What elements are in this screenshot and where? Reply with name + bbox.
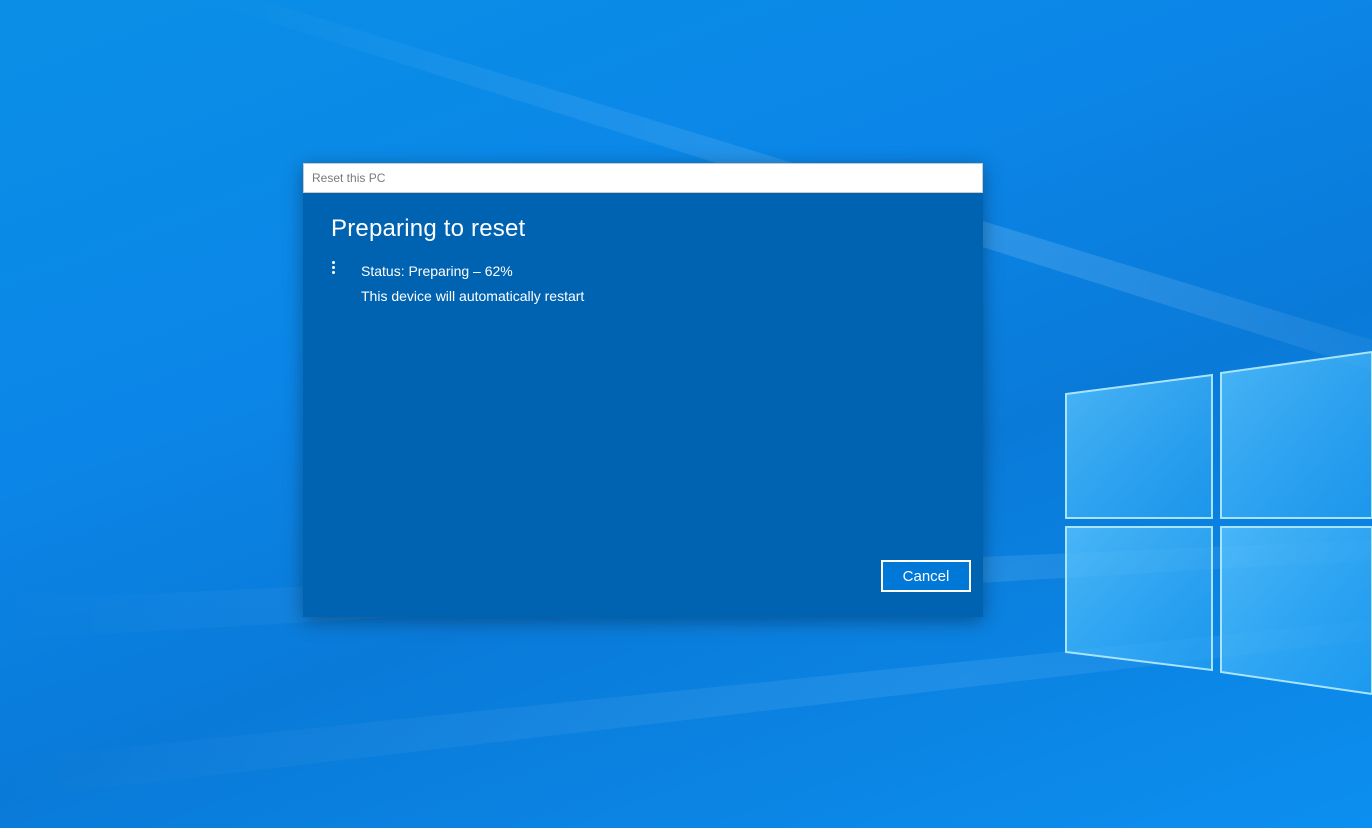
reset-dialog: Reset this PC Preparing to reset Status:… [303,163,983,617]
status-text-block: Status: Preparing – 62% This device will… [361,259,584,309]
loading-spinner-icon [331,259,361,279]
dialog-content: Preparing to reset Status: Preparing – 6… [303,193,983,309]
desktop: Reset this PC Preparing to reset Status:… [0,0,1372,828]
restart-notice-text: This device will automatically restart [361,288,585,304]
status-progress-text: Status: Preparing – 62% [361,263,513,279]
page-title: Preparing to reset [331,215,526,242]
status-row: Status: Preparing – 62% This device will… [331,259,955,309]
dialog-titlebar[interactable]: Reset this PC [303,163,983,193]
dialog-title: Reset this PC [312,171,386,185]
cancel-button[interactable]: Cancel [881,560,971,592]
